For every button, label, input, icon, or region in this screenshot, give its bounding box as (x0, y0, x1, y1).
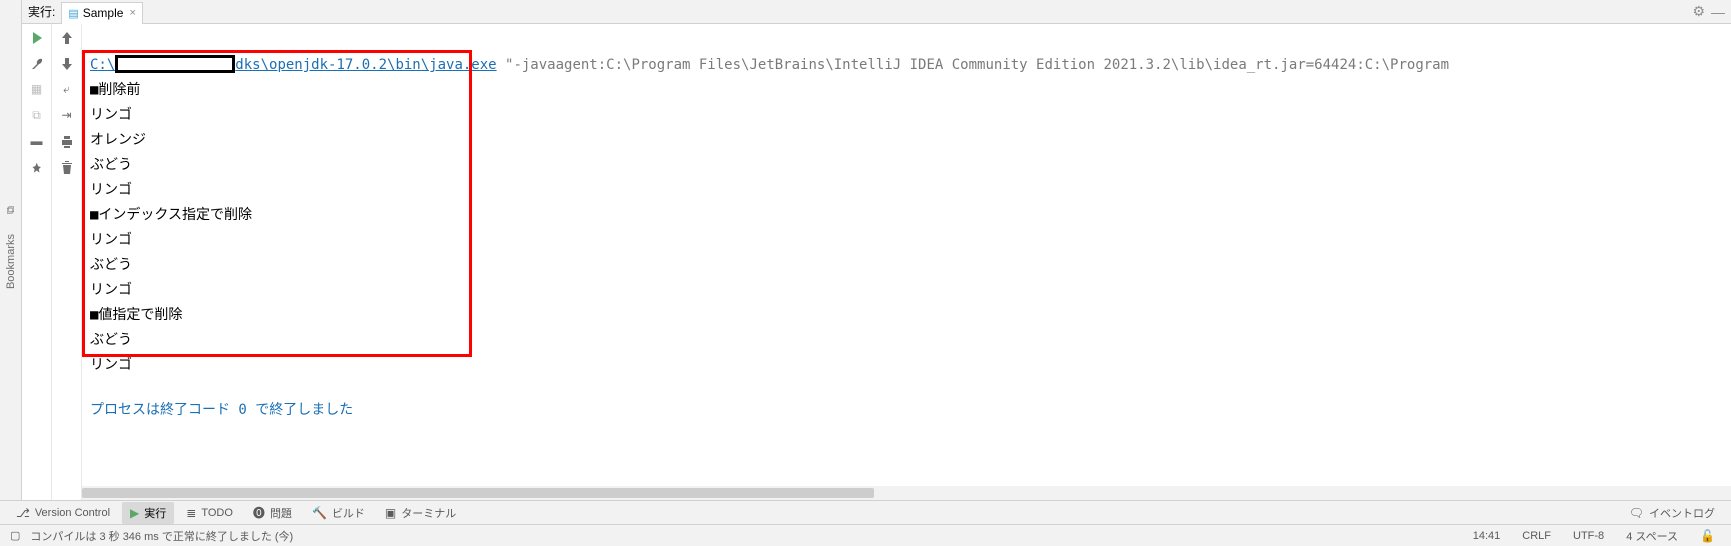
out-line: リンゴ (90, 357, 132, 373)
down-icon[interactable] (59, 56, 75, 72)
filter-icon[interactable]: ⧉ (29, 108, 45, 124)
wrench-icon[interactable] (29, 56, 45, 72)
terminal-icon: ▣ (385, 506, 396, 520)
run-tab-label: Sample (83, 6, 124, 20)
out-line: リンゴ (90, 282, 132, 298)
pin-icon[interactable] (29, 160, 45, 176)
structure-tab-icon[interactable]: ⧉ (5, 200, 17, 220)
run-panel-header: 実行: ▤ Sample × ⚙ — (22, 0, 1731, 24)
run-actions-col-2: ⤶ ⇥ (52, 24, 82, 500)
out-line: ぶどう (90, 257, 132, 273)
out-line: オレンジ (90, 132, 146, 148)
play-icon: ▶ (130, 506, 139, 520)
exit-message: プロセスは終了コード 0 で終了しました (90, 398, 1723, 423)
speech-icon: 🗨 (1629, 506, 1644, 520)
print-icon[interactable] (59, 134, 75, 150)
out-line: ぶどう (90, 157, 132, 173)
out-line: ■インデックス指定で削除 (90, 207, 252, 223)
bookmarks-tab[interactable]: Bookmarks (5, 228, 17, 295)
branch-icon: ⎇ (16, 506, 30, 520)
status-window-icon[interactable]: ▢ (10, 529, 20, 542)
out-line: リンゴ (90, 232, 132, 248)
heap-icon[interactable]: ▬ (29, 134, 45, 150)
tab-terminal[interactable]: ▣ ターミナル (377, 502, 464, 524)
redacted-box (115, 55, 235, 73)
out-line: リンゴ (90, 182, 132, 198)
status-encoding[interactable]: UTF-8 (1567, 530, 1610, 542)
java-args: "-javaagent:C:\Program Files\JetBrains\I… (497, 57, 1449, 73)
out-line: ぶどう (90, 332, 132, 348)
scroll-end-icon[interactable]: ⇥ (59, 108, 75, 124)
minimize-icon[interactable]: — (1711, 4, 1725, 20)
tab-vcs[interactable]: ⎇ Version Control (8, 503, 118, 523)
java-path-link[interactable]: C:\dks\openjdk-17.0.2\bin\java.exe (90, 57, 497, 73)
status-eol[interactable]: CRLF (1516, 530, 1557, 542)
hammer-icon: 🔨 (312, 506, 327, 520)
scroll-thumb[interactable] (82, 488, 874, 498)
trash-icon[interactable] (59, 160, 75, 176)
run-label: 実行: (28, 3, 55, 20)
file-icon: ▤ (68, 7, 78, 20)
soft-wrap-icon[interactable]: ⤶ (59, 82, 75, 98)
gear-icon[interactable]: ⚙ (1692, 3, 1705, 20)
out-line: ■値指定で削除 (90, 307, 182, 323)
console-output[interactable]: C:\dks\openjdk-17.0.2\bin\java.exe "-jav… (82, 24, 1731, 500)
status-bar: ▢ コンパイルは 3 秒 346 ms で正常に終了しました (今) 14:41… (0, 524, 1731, 546)
tab-todo[interactable]: ≣ TODO (178, 503, 241, 523)
run-actions-col-1: ▦ ⧉ ▬ (22, 24, 52, 500)
status-message: コンパイルは 3 秒 346 ms で正常に終了しました (今) (30, 528, 293, 544)
horizontal-scrollbar[interactable] (82, 486, 1731, 500)
left-tool-rail: ⧉ Bookmarks (0, 0, 22, 500)
bottom-tool-tabs: ⎇ Version Control ▶ 実行 ≣ TODO ⓿ 問題 🔨 ビルド… (0, 500, 1731, 524)
tab-run[interactable]: ▶ 実行 (122, 502, 174, 524)
out-line: ■削除前 (90, 82, 140, 98)
close-icon[interactable]: × (129, 7, 135, 19)
run-tab-sample[interactable]: ▤ Sample × (61, 2, 143, 24)
tab-eventlog[interactable]: 🗨 イベントログ (1621, 502, 1723, 524)
up-icon[interactable] (59, 30, 75, 46)
warning-icon: ⓿ (253, 504, 265, 521)
status-time: 14:41 (1467, 530, 1507, 542)
status-indent[interactable]: 4 スペース (1620, 528, 1684, 544)
todo-icon: ≣ (186, 506, 196, 520)
out-line: リンゴ (90, 107, 132, 123)
rerun-icon[interactable] (29, 30, 45, 46)
tab-build[interactable]: 🔨 ビルド (304, 502, 373, 524)
lock-icon[interactable]: 🔓 (1694, 529, 1721, 543)
tab-problems[interactable]: ⓿ 問題 (245, 501, 300, 524)
layout-icon[interactable]: ▦ (29, 82, 45, 98)
